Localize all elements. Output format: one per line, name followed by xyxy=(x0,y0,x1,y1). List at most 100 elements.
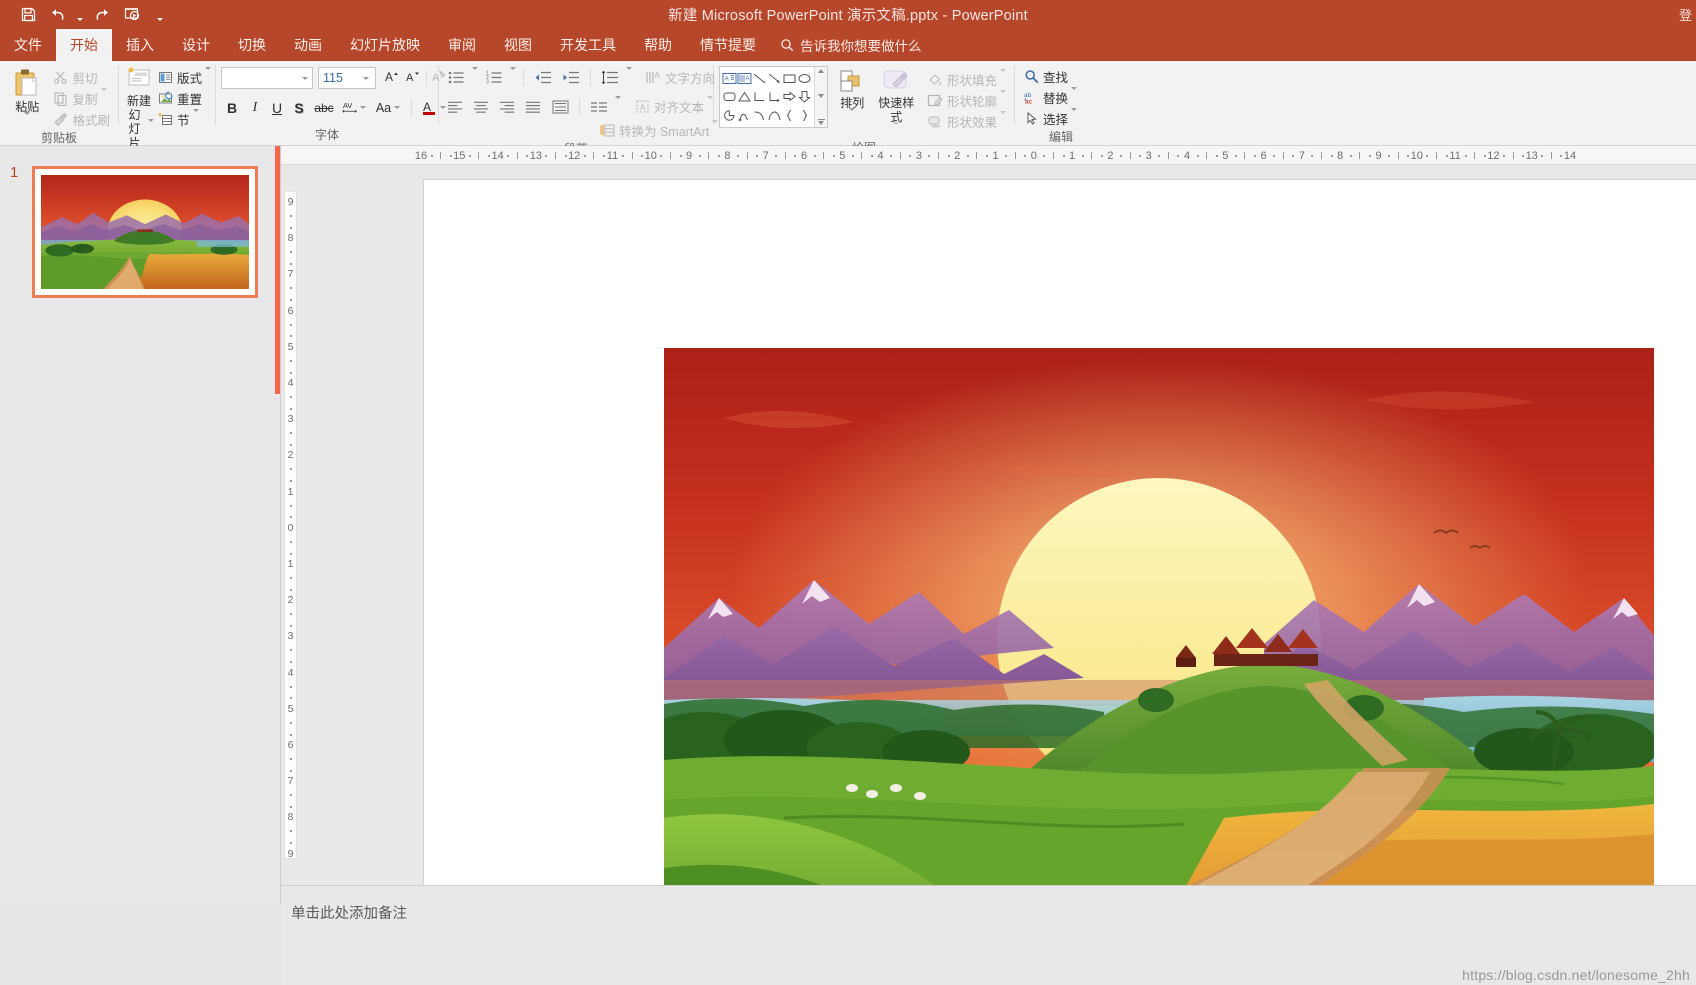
find-button[interactable]: 查找 xyxy=(1020,66,1080,87)
line-spacing-dropdown-icon[interactable] xyxy=(626,67,632,85)
character-spacing-button[interactable]: AV xyxy=(339,97,369,118)
notes-placeholder[interactable]: 单击此处添加备注 xyxy=(291,902,407,923)
arrange-button[interactable]: 排列 xyxy=(836,66,869,126)
thumbnail-pane-scrollbar[interactable] xyxy=(275,146,280,394)
shape-outline-button[interactable]: 形状轮廓 xyxy=(924,90,1009,111)
shape-pie-icon[interactable] xyxy=(722,106,737,125)
shape-left-brace-icon[interactable] xyxy=(782,106,797,125)
tab-slideshow[interactable]: 幻灯片放映 xyxy=(336,29,434,61)
copy-button[interactable]: 复制 xyxy=(49,88,113,109)
shape-freeform-icon[interactable] xyxy=(737,106,752,125)
undo-icon[interactable] xyxy=(44,3,72,27)
decrease-indent-button[interactable] xyxy=(531,67,555,88)
layout-button[interactable]: 版式 xyxy=(154,67,214,88)
font-name-combo[interactable] xyxy=(221,67,313,89)
tab-help[interactable]: 帮助 xyxy=(630,29,686,61)
tab-view[interactable]: 视图 xyxy=(490,29,546,61)
shape-right-arrow-icon[interactable] xyxy=(782,88,797,107)
align-right-button[interactable] xyxy=(496,96,518,117)
slide-thumbnail-1[interactable] xyxy=(32,166,258,298)
text-shadow-button[interactable]: S xyxy=(289,97,309,118)
customize-qat-icon[interactable] xyxy=(154,3,166,27)
slide-thumbnail-pane[interactable]: 1 xyxy=(0,146,281,904)
quick-styles-button[interactable]: 快速样式 xyxy=(877,66,916,140)
font-size-value[interactable]: 115 xyxy=(319,68,359,88)
columns-dropdown-icon[interactable] xyxy=(615,96,621,114)
shape-rectangle-icon[interactable] xyxy=(782,69,797,88)
tab-transitions[interactable]: 切换 xyxy=(224,29,280,61)
align-text-button[interactable]: A 对齐文本 xyxy=(631,96,716,117)
columns-button[interactable] xyxy=(587,96,611,117)
shape-elbow-connector-icon[interactable] xyxy=(752,88,767,107)
numbering-dropdown-icon[interactable] xyxy=(510,67,516,85)
format-painter-button[interactable]: 格式刷 xyxy=(49,109,113,130)
undo-dropdown-icon[interactable] xyxy=(74,3,86,27)
font-name-dropdown-icon[interactable] xyxy=(298,68,312,88)
italic-button[interactable]: I xyxy=(245,97,265,118)
font-size-combo[interactable]: 115 xyxy=(318,67,376,89)
shape-vertical-textbox-icon[interactable]: A xyxy=(737,69,752,88)
replace-dropdown-icon[interactable] xyxy=(1071,87,1078,105)
shape-fill-button[interactable]: 形状填充 xyxy=(924,69,1009,90)
tab-design[interactable]: 设计 xyxy=(168,29,224,61)
bullets-dropdown-icon[interactable] xyxy=(472,67,478,85)
arrange-dropdown-icon[interactable] xyxy=(849,108,856,126)
decrease-font-size-button[interactable]: A xyxy=(405,68,422,88)
vertical-ruler[interactable]: 9 8 7 6 5 4 3 2 1 0 1 2 3 4 5 6 7 8 9 xyxy=(281,165,300,885)
horizontal-ruler[interactable]: 16 15 14 13 12 11 10 9 8 7 6 5 4 3 2 1 0 1 2 3 4 5 6 7 8 9 10 11 12 1… xyxy=(281,146,1696,165)
shape-arc-icon[interactable] xyxy=(767,106,782,125)
increase-font-size-button[interactable]: A xyxy=(384,68,401,88)
bold-button[interactable]: B xyxy=(221,97,243,118)
shapes-more-icon[interactable] xyxy=(817,118,825,125)
line-spacing-button[interactable] xyxy=(598,67,622,88)
shapes-scroll-down-icon[interactable] xyxy=(818,93,824,98)
convert-to-smartart-button[interactable]: 转换为 SmartArt xyxy=(596,120,721,141)
tab-insert[interactable]: 插入 xyxy=(112,29,168,61)
section-dropdown-icon[interactable] xyxy=(192,109,199,127)
shapes-scroll-up-icon[interactable] xyxy=(818,69,824,73)
shape-down-arrow-icon[interactable] xyxy=(797,88,812,107)
shapes-gallery[interactable]: A A xyxy=(719,66,828,128)
strikethrough-button[interactable]: abc xyxy=(311,97,337,118)
select-button[interactable]: 选择 xyxy=(1020,108,1080,129)
tab-animations[interactable]: 动画 xyxy=(280,29,336,61)
paste-dropdown-icon[interactable] xyxy=(24,112,31,130)
distribute-text-button[interactable] xyxy=(548,96,572,117)
reset-button[interactable]: 重置 xyxy=(154,88,214,109)
thumbnail-wrapper[interactable] xyxy=(32,166,258,298)
align-text-dropdown-icon[interactable] xyxy=(707,96,714,114)
slide-canvas[interactable]: Catan VR develop Experiment 7 develop Ex… xyxy=(300,165,1696,885)
quick-styles-dropdown-icon[interactable] xyxy=(893,122,900,140)
change-case-button[interactable]: Aa xyxy=(371,97,405,118)
numbering-button[interactable]: 123 xyxy=(482,67,506,88)
shape-textbox-icon[interactable]: A xyxy=(722,69,737,88)
justify-button[interactable] xyxy=(522,96,544,117)
shape-rounded-rect-icon[interactable] xyxy=(722,88,737,107)
bullets-button[interactable] xyxy=(444,67,468,88)
shape-effects-dropdown-icon[interactable] xyxy=(1000,111,1006,129)
align-left-button[interactable] xyxy=(444,96,466,117)
increase-indent-button[interactable] xyxy=(559,67,583,88)
redo-icon[interactable] xyxy=(88,3,116,27)
copy-dropdown-icon[interactable] xyxy=(100,88,107,106)
shape-right-brace-icon[interactable] xyxy=(797,106,812,125)
tab-file[interactable]: 文件 xyxy=(0,29,56,61)
cut-button[interactable]: 剪切 xyxy=(49,67,113,88)
shape-outline-dropdown-icon[interactable] xyxy=(1000,90,1006,108)
shapes-gallery-scrollbar[interactable] xyxy=(814,67,827,127)
shape-line-icon[interactable] xyxy=(752,69,767,88)
underline-button[interactable]: U xyxy=(267,97,287,118)
tab-review[interactable]: 审阅 xyxy=(434,29,490,61)
shape-triangle-icon[interactable] xyxy=(737,88,752,107)
tab-storyboard[interactable]: 情节提要 xyxy=(686,29,770,61)
shape-curve-icon[interactable] xyxy=(752,106,767,125)
tell-me-search[interactable]: 告诉我你想要做什么 xyxy=(770,29,934,61)
section-button[interactable]: 节 xyxy=(154,109,214,130)
paste-button[interactable]: 粘贴 xyxy=(5,64,49,130)
shape-elbow-arrow-icon[interactable] xyxy=(767,88,782,107)
new-slide-button[interactable]: 新建 幻灯片 xyxy=(124,64,154,150)
font-name-value[interactable] xyxy=(222,68,298,88)
slideshow-icon[interactable] xyxy=(118,3,146,27)
shape-ellipse-icon[interactable] xyxy=(797,69,812,88)
shape-fill-dropdown-icon[interactable] xyxy=(1000,69,1006,87)
